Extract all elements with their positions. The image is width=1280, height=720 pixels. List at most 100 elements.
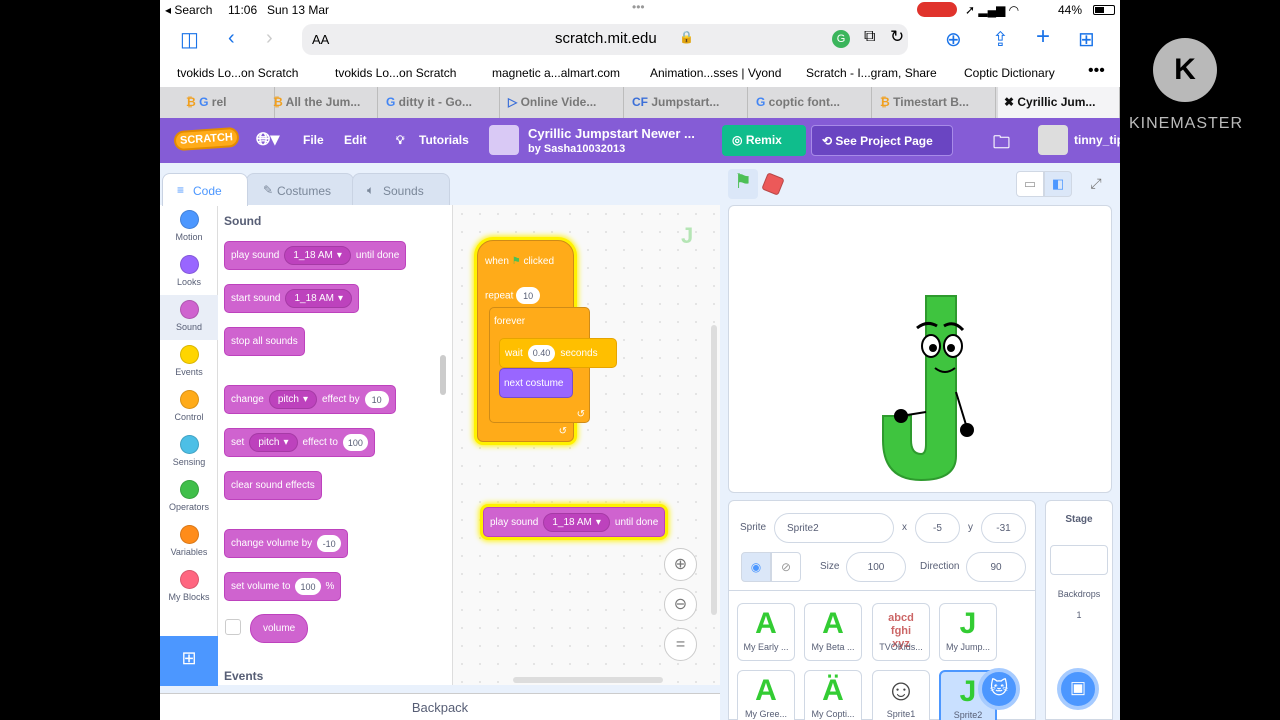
- volume-reporter-checkbox[interactable]: [225, 619, 241, 635]
- sidebar-icon[interactable]: ◫: [180, 27, 199, 52]
- sprite-thumbnail[interactable]: A My Beta ...: [804, 603, 862, 661]
- category-events[interactable]: Events: [160, 340, 218, 385]
- language-globe-icon[interactable]: 🌐︎▾: [256, 129, 279, 150]
- grammarly-icon[interactable]: G: [832, 30, 850, 48]
- sprite-letter-j[interactable]: [882, 295, 974, 482]
- sprite-thumbnail[interactable]: A My Gree...: [737, 670, 795, 720]
- block-start-sound[interactable]: start sound 1_18 AM ▾: [224, 284, 359, 313]
- size-input[interactable]: 100: [846, 552, 906, 582]
- backdrop-thumbnail[interactable]: [1050, 545, 1108, 575]
- tab-sounds[interactable]: 🔈︎ Sounds: [352, 173, 450, 206]
- tab-overview-icon[interactable]: ⊞: [1078, 27, 1095, 52]
- number-input[interactable]: 100: [342, 434, 368, 451]
- add-extension-button[interactable]: ⊞: [160, 636, 218, 686]
- script-block-play-sound[interactable]: play sound 1_18 AM ▾ until done: [483, 507, 666, 537]
- repeat-count-input[interactable]: 10: [516, 287, 541, 304]
- browser-tab[interactable]: G coptic font...: [750, 87, 872, 118]
- number-input[interactable]: 10: [364, 391, 389, 408]
- number-input[interactable]: -10: [317, 535, 342, 552]
- close-tab-icon[interactable]: ✖: [1004, 95, 1017, 109]
- block-set-volume[interactable]: set volume to 100%: [224, 572, 342, 601]
- block-wait-seconds[interactable]: wait 0.40 seconds: [499, 338, 617, 368]
- forward-icon[interactable]: ›: [266, 27, 273, 50]
- block-forever[interactable]: forever wait 0.40 seconds next costume ↺: [489, 307, 617, 423]
- category-sound[interactable]: Sound: [160, 295, 218, 340]
- browser-tab[interactable]: CF Jumpstart...: [626, 87, 748, 118]
- stage-target-panel[interactable]: Stage Backdrops 1 ▣: [1045, 500, 1113, 720]
- folder-icon[interactable]: 🗀: [993, 130, 1010, 159]
- address-bar[interactable]: AA scratch.mit.edu 🔒 G ⧉ ↻: [302, 24, 908, 55]
- new-tab-icon[interactable]: +: [1036, 23, 1050, 51]
- favorite-item[interactable]: magnetic a...almart.com: [492, 66, 620, 80]
- script-horizontal-scrollbar[interactable]: [513, 677, 663, 683]
- browser-tab[interactable]: ₿ G rel: [180, 87, 275, 118]
- stage[interactable]: [728, 205, 1112, 493]
- sound-dropdown[interactable]: 1_18 AM ▾: [543, 512, 610, 532]
- browser-tab[interactable]: ₿ Timestart B...: [874, 87, 996, 118]
- tab-code[interactable]: ≡ Code: [162, 173, 248, 206]
- tutorials-menu[interactable]: Tutorials: [419, 133, 469, 147]
- large-stage-button[interactable]: ◧: [1044, 171, 1072, 197]
- sound-dropdown[interactable]: 1_18 AM ▾: [284, 246, 351, 265]
- category-my-blocks[interactable]: My Blocks: [160, 565, 218, 610]
- reload-icon[interactable]: ↻: [890, 27, 904, 47]
- block-stop-all-sounds[interactable]: stop all sounds: [224, 327, 305, 356]
- block-change-volume[interactable]: change volume by -10: [224, 529, 349, 558]
- sprite-thumbnail[interactable]: abcd fghi xyz TVOKids...: [872, 603, 930, 661]
- text-size-button[interactable]: AA: [312, 32, 329, 47]
- script-stack-green-flag[interactable]: when ⚑ clicked repeat 10 forever wait 0.4…: [477, 240, 617, 442]
- direction-input[interactable]: 90: [966, 552, 1026, 582]
- sprite-thumbnail[interactable]: Ä My Copti...: [804, 670, 862, 720]
- extension-icon[interactable]: ⧉: [864, 28, 875, 46]
- sprite-thumbnail[interactable]: ☺ Sprite1: [872, 670, 930, 720]
- avatar[interactable]: [1038, 125, 1068, 155]
- script-area[interactable]: when ⚑ clicked repeat 10 forever wait 0.4…: [452, 205, 720, 685]
- sound-dropdown[interactable]: 1_18 AM ▾: [285, 289, 352, 308]
- backpack[interactable]: Backpack: [160, 693, 720, 720]
- zoom-reset-button[interactable]: =: [664, 628, 697, 661]
- green-flag-button[interactable]: ⚑: [728, 169, 758, 199]
- script-vertical-scrollbar[interactable]: [711, 325, 717, 615]
- edit-menu[interactable]: Edit: [344, 133, 367, 147]
- category-variables[interactable]: Variables: [160, 520, 218, 565]
- show-sprite-button[interactable]: ◉: [741, 552, 771, 582]
- block-clear-sound-effects[interactable]: clear sound effects: [224, 471, 322, 500]
- wait-seconds-input[interactable]: 0.40: [527, 344, 556, 362]
- hat-block-when-flag-clicked[interactable]: when ⚑ clicked: [485, 256, 554, 267]
- username[interactable]: tinny_tip: [1074, 133, 1120, 147]
- see-project-page-button[interactable]: ⟲ See Project Page: [811, 125, 953, 156]
- remix-button[interactable]: ◎ Remix: [722, 125, 806, 156]
- x-input[interactable]: -5: [915, 513, 960, 543]
- favorite-item[interactable]: Coptic Dictionary: [964, 66, 1055, 80]
- small-stage-button[interactable]: ▭: [1016, 171, 1044, 197]
- block-repeat[interactable]: repeat 10: [485, 287, 541, 304]
- fullscreen-button[interactable]: ⤢: [1082, 171, 1110, 197]
- back-to-search[interactable]: ◂ Search: [165, 3, 212, 17]
- browser-tab-active[interactable]: ✖ Cyrillic Jum...: [998, 87, 1120, 118]
- zoom-in-button[interactable]: ⊕: [664, 548, 697, 581]
- block-volume-reporter[interactable]: volume: [250, 614, 309, 643]
- scratch-logo[interactable]: SCRATCH: [173, 126, 240, 152]
- sprite-thumbnail[interactable]: J My Jump...: [939, 603, 997, 661]
- category-motion[interactable]: Motion: [160, 205, 218, 250]
- effect-dropdown[interactable]: pitch ▾: [268, 390, 317, 409]
- browser-tab[interactable]: G ditty it - Go...: [380, 87, 500, 118]
- project-title[interactable]: Cyrillic Jumpstart Newer ...: [528, 126, 695, 141]
- palette-scrollbar[interactable]: [440, 355, 446, 395]
- choose-backdrop-button[interactable]: ▣: [1057, 668, 1099, 710]
- favorite-item[interactable]: tvokids Lo...on Scratch: [335, 66, 456, 80]
- browser-tab[interactable]: ₿ All the Jum...: [267, 87, 378, 118]
- category-operators[interactable]: Operators: [160, 475, 218, 520]
- block-change-effect[interactable]: change pitch ▾ effect by 10: [224, 385, 396, 414]
- hide-sprite-button[interactable]: ⊘: [771, 552, 801, 582]
- zoom-out-button[interactable]: ⊖: [664, 588, 697, 621]
- number-input[interactable]: 100: [295, 578, 321, 595]
- tab-costumes[interactable]: ✎ Costumes: [246, 173, 354, 206]
- block-next-costume[interactable]: next costume: [499, 368, 573, 398]
- category-sensing[interactable]: Sensing: [160, 430, 218, 475]
- project-author[interactable]: by Sasha10032013: [528, 143, 625, 155]
- favorite-item[interactable]: Animation...sses | Vyond: [650, 66, 781, 80]
- sprite-name-input[interactable]: Sprite2: [774, 513, 894, 543]
- file-menu[interactable]: File: [303, 133, 324, 147]
- back-icon[interactable]: ‹: [228, 27, 235, 50]
